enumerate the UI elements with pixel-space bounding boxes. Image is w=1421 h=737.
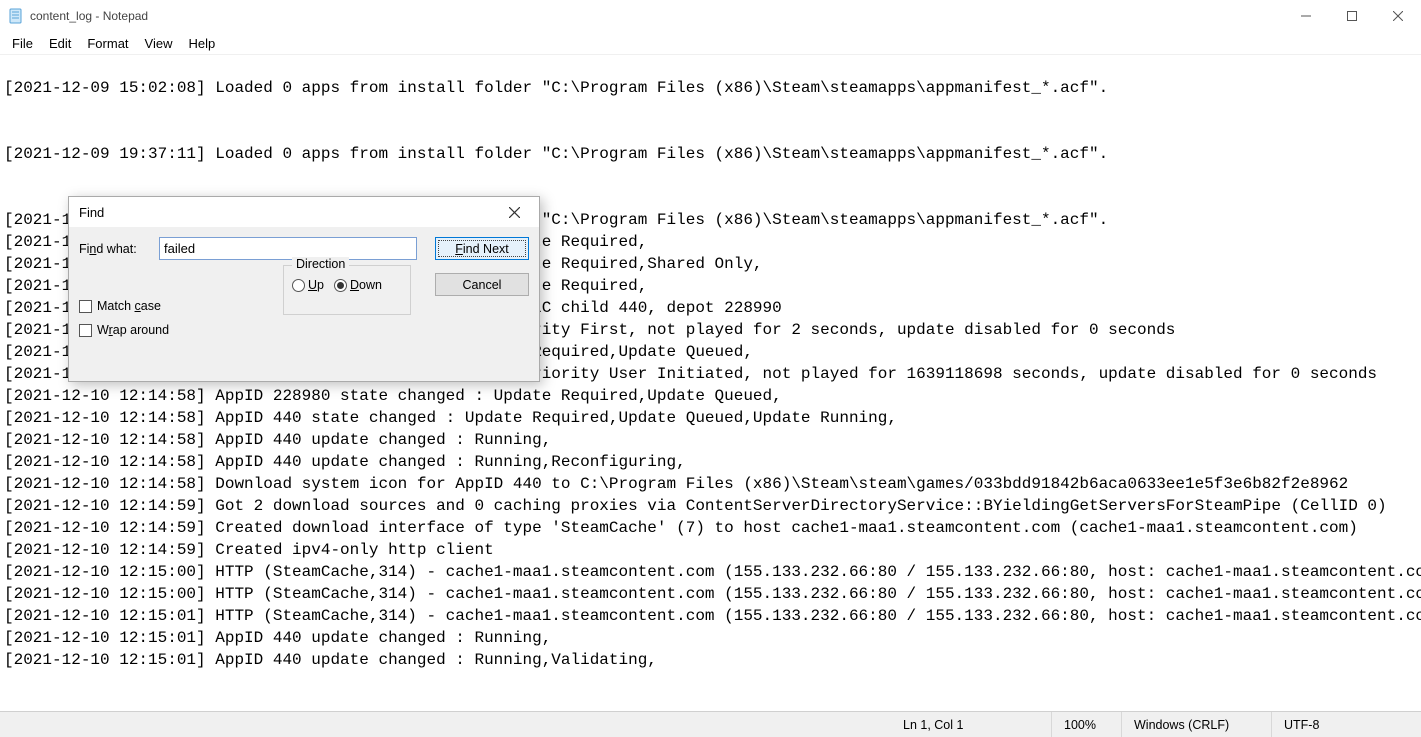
menu-view[interactable]: View bbox=[137, 34, 181, 53]
find-dialog: Find Find what: Find Next Cancel Directi… bbox=[68, 196, 540, 382]
close-button[interactable] bbox=[1375, 0, 1421, 32]
find-what-label: Find what: bbox=[79, 242, 151, 256]
title-bar: content_log - Notepad bbox=[0, 0, 1421, 32]
direction-label: Direction bbox=[292, 257, 349, 271]
menu-help[interactable]: Help bbox=[180, 34, 223, 53]
status-bar: Ln 1, Col 1 100% Windows (CRLF) UTF-8 bbox=[0, 711, 1421, 737]
cancel-button[interactable]: Cancel bbox=[435, 273, 529, 296]
text-editor[interactable]: [2021-12-09 15:02:08] Loaded 0 apps from… bbox=[0, 55, 1421, 711]
notepad-icon bbox=[8, 8, 24, 24]
maximize-button[interactable] bbox=[1329, 0, 1375, 32]
direction-up-radio[interactable]: Up bbox=[292, 278, 324, 292]
status-zoom: 100% bbox=[1051, 712, 1121, 737]
find-dialog-title: Find bbox=[79, 205, 499, 220]
window-controls bbox=[1283, 0, 1421, 32]
find-close-button[interactable] bbox=[499, 197, 529, 227]
direction-group: Direction Up Down bbox=[283, 265, 411, 315]
direction-down-radio[interactable]: Down bbox=[334, 278, 382, 292]
status-encoding: UTF-8 bbox=[1271, 712, 1421, 737]
window-title: content_log - Notepad bbox=[30, 9, 148, 23]
minimize-button[interactable] bbox=[1283, 0, 1329, 32]
status-position: Ln 1, Col 1 bbox=[891, 712, 1051, 737]
menu-edit[interactable]: Edit bbox=[41, 34, 79, 53]
find-next-button[interactable]: Find Next bbox=[435, 237, 529, 260]
menu-file[interactable]: File bbox=[4, 34, 41, 53]
status-eol: Windows (CRLF) bbox=[1121, 712, 1271, 737]
wrap-around-checkbox[interactable]: Wrap around bbox=[79, 323, 169, 337]
menu-format[interactable]: Format bbox=[79, 34, 136, 53]
find-input[interactable] bbox=[159, 237, 417, 260]
content-area: [2021-12-09 15:02:08] Loaded 0 apps from… bbox=[0, 54, 1421, 711]
find-titlebar[interactable]: Find bbox=[69, 197, 539, 227]
menu-bar: File Edit Format View Help bbox=[0, 32, 1421, 54]
match-case-checkbox[interactable]: Match case bbox=[79, 299, 169, 313]
